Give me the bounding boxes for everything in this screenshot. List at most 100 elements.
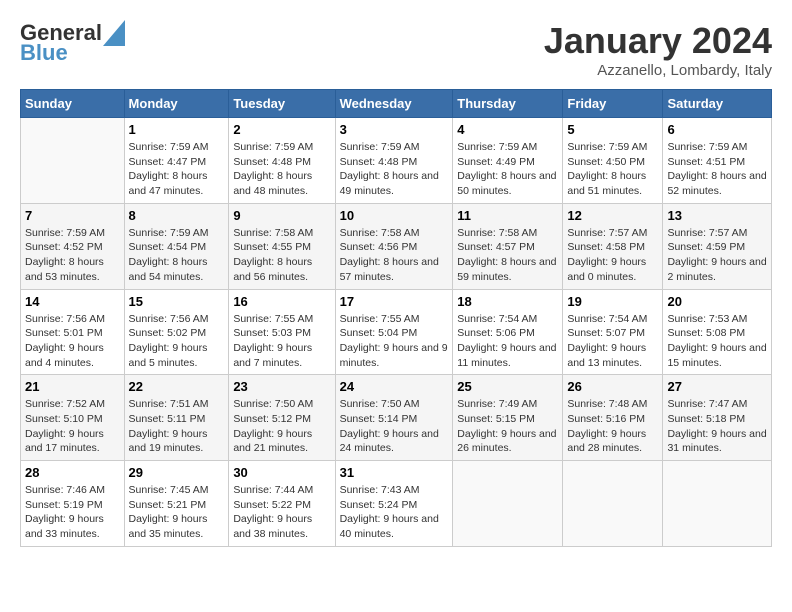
sunrise-text: Sunrise: 7:49 AM <box>457 398 537 410</box>
day-number: 12 <box>567 208 658 223</box>
sunrise-text: Sunrise: 7:59 AM <box>129 141 209 153</box>
calendar-cell <box>663 461 772 547</box>
day-info: Sunrise: 7:46 AMSunset: 5:19 PMDaylight:… <box>25 483 120 542</box>
day-info: Sunrise: 7:50 AMSunset: 5:12 PMDaylight:… <box>233 397 330 456</box>
sunset-text: Sunset: 4:54 PM <box>129 241 207 253</box>
sunset-text: Sunset: 4:48 PM <box>233 156 311 168</box>
day-header-thursday: Thursday <box>453 90 563 118</box>
sunset-text: Sunset: 4:51 PM <box>667 156 745 168</box>
day-number: 28 <box>25 465 120 480</box>
day-info: Sunrise: 7:45 AMSunset: 5:21 PMDaylight:… <box>129 483 225 542</box>
logo-icon <box>103 20 125 46</box>
sunrise-text: Sunrise: 7:59 AM <box>667 141 747 153</box>
calendar-cell: 7Sunrise: 7:59 AMSunset: 4:52 PMDaylight… <box>21 203 125 289</box>
calendar-cell: 15 Sunrise: 7:56 AMSunset: 5:02 PMDayligh… <box>124 289 229 375</box>
day-info: Sunrise: 7:56 AMSunset: 5:02 PMDaylight:… <box>129 312 225 371</box>
calendar-cell: 29Sunrise: 7:45 AMSunset: 5:21 PMDayligh… <box>124 461 229 547</box>
day-info: Sunrise: 7:59 AMSunset: 4:54 PMDaylight:… <box>129 226 225 285</box>
calendar-week-2: 7Sunrise: 7:59 AMSunset: 4:52 PMDaylight… <box>21 203 772 289</box>
calendar-cell: 21 Sunrise: 7:52 AMSunset: 5:10 PMDayligh… <box>21 375 125 461</box>
day-number: 15 <box>129 294 225 309</box>
calendar-cell: 5 Sunrise: 7:59 AMSunset: 4:50 PMDaylight… <box>563 118 663 204</box>
daylight-text: Daylight: 8 hours and 59 minutes. <box>457 256 556 283</box>
day-info: Sunrise: 7:56 AMSunset: 5:01 PMDaylight:… <box>25 312 120 371</box>
daylight-text: Daylight: 9 hours and 15 minutes. <box>667 342 766 369</box>
calendar-cell: 17Sunrise: 7:55 AMSunset: 5:04 PMDayligh… <box>335 289 453 375</box>
calendar-cell: 18Sunrise: 7:54 AMSunset: 5:06 PMDayligh… <box>453 289 563 375</box>
calendar-cell: 1Sunrise: 7:59 AMSunset: 4:47 PMDaylight… <box>124 118 229 204</box>
sunset-text: Sunset: 4:57 PM <box>457 241 535 253</box>
day-number: 21 <box>25 379 120 394</box>
day-number: 4 <box>457 122 558 137</box>
calendar-cell: 12 Sunrise: 7:57 AMSunset: 4:58 PMDayligh… <box>563 203 663 289</box>
calendar-subtitle: Azzanello, Lombardy, Italy <box>544 62 772 79</box>
calendar-cell <box>21 118 125 204</box>
sunrise-text: Sunrise: 7:57 AM <box>567 227 647 239</box>
day-info: Sunrise: 7:52 AMSunset: 5:10 PMDaylight:… <box>25 397 120 456</box>
calendar-header: SundayMondayTuesdayWednesdayThursdayFrid… <box>21 90 772 118</box>
sunset-text: Sunset: 4:59 PM <box>667 241 745 253</box>
day-number: 8 <box>129 208 225 223</box>
day-number: 23 <box>233 379 330 394</box>
day-number: 14 <box>25 294 120 309</box>
calendar-cell: 11Sunrise: 7:58 AMSunset: 4:57 PMDayligh… <box>453 203 563 289</box>
day-header-tuesday: Tuesday <box>229 90 335 118</box>
page-header: General Blue January 2024 Azzanello, Lom… <box>20 20 772 79</box>
sunrise-text: Sunrise: 7:47 AM <box>667 398 747 410</box>
sunset-text: Sunset: 4:50 PM <box>567 156 645 168</box>
daylight-text: Daylight: 9 hours and 31 minutes. <box>667 428 766 455</box>
day-number: 26 <box>567 379 658 394</box>
day-info: Sunrise: 7:51 AMSunset: 5:11 PMDaylight:… <box>129 397 225 456</box>
day-info: Sunrise: 7:58 AMSunset: 4:55 PMDaylight:… <box>233 226 330 285</box>
day-number: 2 <box>233 122 330 137</box>
calendar-cell: 31Sunrise: 7:43 AMSunset: 5:24 PMDayligh… <box>335 461 453 547</box>
day-info: Sunrise: 7:54 AMSunset: 5:06 PMDaylight:… <box>457 312 558 371</box>
daylight-text: Daylight: 9 hours and 28 minutes. <box>567 428 646 455</box>
day-info: Sunrise: 7:59 AMSunset: 4:50 PMDaylight:… <box>567 140 658 199</box>
daylight-text: Daylight: 9 hours and 4 minutes. <box>25 342 104 369</box>
day-info: Sunrise: 7:47 AMSunset: 5:18 PMDaylight:… <box>667 397 767 456</box>
day-info: Sunrise: 7:58 AMSunset: 4:56 PMDaylight:… <box>340 226 449 285</box>
day-info: Sunrise: 7:55 AMSunset: 5:04 PMDaylight:… <box>340 312 449 371</box>
day-info: Sunrise: 7:57 AMSunset: 4:58 PMDaylight:… <box>567 226 658 285</box>
sunset-text: Sunset: 5:04 PM <box>340 327 418 339</box>
sunset-text: Sunset: 5:21 PM <box>129 499 207 511</box>
calendar-cell: 20Sunrise: 7:53 AMSunset: 5:08 PMDayligh… <box>663 289 772 375</box>
calendar-week-5: 28Sunrise: 7:46 AMSunset: 5:19 PMDayligh… <box>21 461 772 547</box>
daylight-text: Daylight: 9 hours and 19 minutes. <box>129 428 208 455</box>
day-number: 1 <box>129 122 225 137</box>
sunrise-text: Sunrise: 7:58 AM <box>340 227 420 239</box>
day-info: Sunrise: 7:54 AMSunset: 5:07 PMDaylight:… <box>567 312 658 371</box>
day-number: 31 <box>340 465 449 480</box>
sunset-text: Sunset: 5:14 PM <box>340 413 418 425</box>
sunset-text: Sunset: 5:02 PM <box>129 327 207 339</box>
daylight-text: Daylight: 8 hours and 52 minutes. <box>667 170 766 197</box>
day-number: 5 <box>567 122 658 137</box>
calendar-title: January 2024 <box>544 20 772 62</box>
title-area: January 2024 Azzanello, Lombardy, Italy <box>544 20 772 79</box>
sunrise-text: Sunrise: 7:53 AM <box>667 313 747 325</box>
calendar-cell <box>563 461 663 547</box>
day-info: Sunrise: 7:48 AMSunset: 5:16 PMDaylight:… <box>567 397 658 456</box>
day-number: 30 <box>233 465 330 480</box>
daylight-text: Daylight: 8 hours and 50 minutes. <box>457 170 556 197</box>
sunset-text: Sunset: 5:10 PM <box>25 413 103 425</box>
logo: General Blue <box>20 20 125 66</box>
day-number: 24 <box>340 379 449 394</box>
sunrise-text: Sunrise: 7:46 AM <box>25 484 105 496</box>
calendar-cell: 24Sunrise: 7:50 AMSunset: 5:14 PMDayligh… <box>335 375 453 461</box>
sunrise-text: Sunrise: 7:57 AM <box>667 227 747 239</box>
day-number: 20 <box>667 294 767 309</box>
daylight-text: Daylight: 8 hours and 48 minutes. <box>233 170 312 197</box>
day-number: 13 <box>667 208 767 223</box>
sunset-text: Sunset: 5:19 PM <box>25 499 103 511</box>
sunset-text: Sunset: 4:55 PM <box>233 241 311 253</box>
day-number: 11 <box>457 208 558 223</box>
day-info: Sunrise: 7:59 AMSunset: 4:49 PMDaylight:… <box>457 140 558 199</box>
sunset-text: Sunset: 5:15 PM <box>457 413 535 425</box>
daylight-text: Daylight: 8 hours and 47 minutes. <box>129 170 208 197</box>
calendar-cell: 19Sunrise: 7:54 AMSunset: 5:07 PMDayligh… <box>563 289 663 375</box>
day-number: 22 <box>129 379 225 394</box>
sunrise-text: Sunrise: 7:50 AM <box>233 398 313 410</box>
calendar-body: 1Sunrise: 7:59 AMSunset: 4:47 PMDaylight… <box>21 118 772 547</box>
